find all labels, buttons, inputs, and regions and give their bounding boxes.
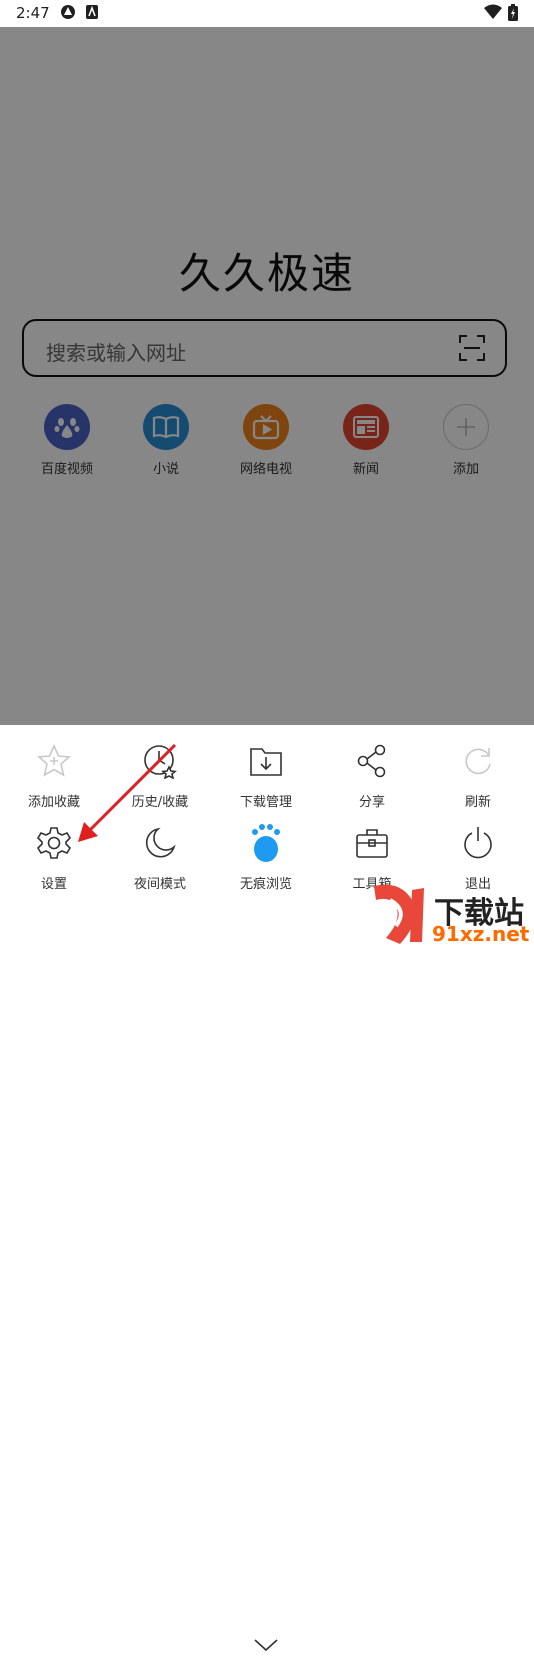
menu-settings[interactable]: 设置 [4,823,104,892]
menu-label: 添加收藏 [27,795,80,810]
moon-icon [110,823,210,863]
menu-label: 刷新 [464,795,491,810]
menu-night-mode[interactable]: 夜间模式 [110,823,210,892]
power-icon [428,823,528,863]
wifi-icon [484,4,502,24]
menu-label: 夜间模式 [133,877,186,892]
status-time: 2:47 [16,4,50,22]
refresh-icon [428,741,528,781]
gear-icon [4,823,104,863]
star-add-icon [4,741,104,781]
dim-overlay[interactable] [0,27,534,725]
menu-download-manager[interactable]: 下载管理 [216,741,316,810]
menu-incognito[interactable]: 无痕浏览 [216,823,316,892]
menu-history-bookmarks[interactable]: 历史/收藏 [110,741,210,810]
app-notification-icon [60,4,76,24]
menu-label: 历史/收藏 [131,795,189,810]
menu-add-bookmark[interactable]: 添加收藏 [4,741,104,810]
history-icon [110,741,210,781]
status-bar: 2:47 [0,0,534,27]
battery-icon [508,4,518,25]
toolbox-icon [322,823,422,863]
menu-refresh[interactable]: 刷新 [428,741,528,810]
menu-label: 分享 [358,795,385,810]
watermark-url: 91xz.net [432,922,530,946]
menu-label: 下载管理 [239,795,292,810]
collapse-menu-chevron-icon[interactable] [252,1637,280,1657]
menu-label: 设置 [40,877,67,892]
download-folder-icon [216,741,316,781]
share-icon [322,741,422,781]
menu-share[interactable]: 分享 [322,741,422,810]
paw-incognito-icon [216,823,316,863]
keyboard-notification-icon [86,4,98,23]
menu-label: 无痕浏览 [239,877,292,892]
